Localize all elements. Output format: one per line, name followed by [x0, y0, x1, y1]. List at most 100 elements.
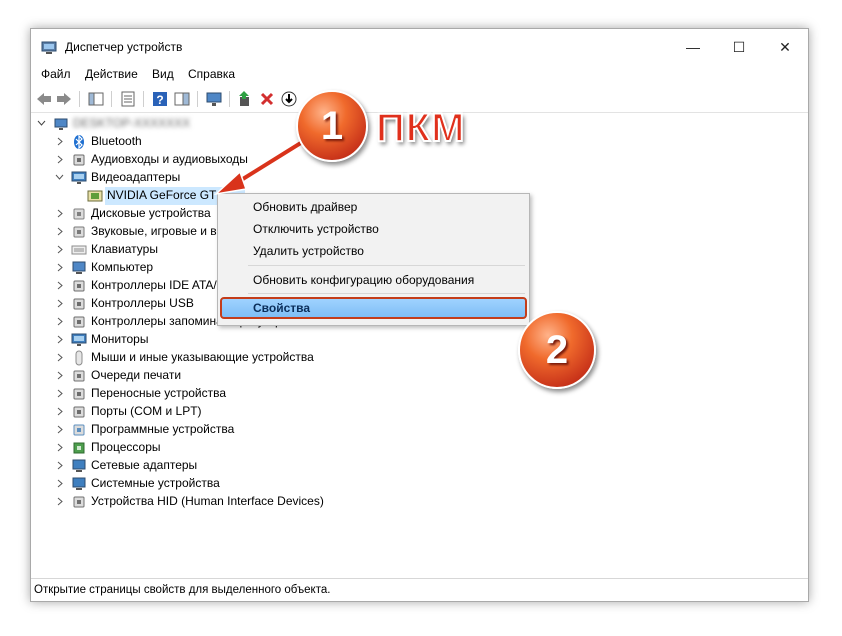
processor-icon [73, 442, 85, 454]
tree-category-item[interactable]: Устройства HID (Human Interface Devices) [31, 493, 808, 511]
category-label: Дисковые устройства [91, 206, 211, 220]
category-label: Программные устройства [91, 422, 235, 436]
bluetooth-icon [74, 134, 84, 150]
category-label: Процессоры [91, 440, 161, 454]
menu-item-uninstall-device[interactable]: Удалить устройство [253, 244, 364, 258]
uninstall-icon[interactable] [258, 90, 276, 108]
chevron-right-icon[interactable] [55, 461, 64, 470]
menu-item-disable-device[interactable]: Отключить устройство [253, 222, 379, 236]
step-2-badge: 2 [518, 311, 596, 389]
menu-action[interactable]: Действие [85, 67, 138, 81]
pkm-label: ПКМ [375, 105, 466, 151]
update-driver-icon[interactable] [236, 90, 254, 108]
tree-category-item[interactable]: Мыши и иные указывающие устройства [31, 349, 808, 367]
close-icon: ✕ [779, 38, 791, 55]
chevron-right-icon[interactable] [55, 209, 64, 218]
chevron-right-icon[interactable] [55, 371, 64, 380]
chevron-right-icon[interactable] [55, 425, 64, 434]
chevron-down-icon[interactable] [55, 173, 64, 182]
category-label: Контроллеры USB [91, 296, 194, 310]
download-circle-icon[interactable] [280, 90, 298, 108]
chevron-right-icon[interactable] [55, 263, 64, 272]
menu-item-properties[interactable]: Свойства [220, 297, 527, 319]
chevron-right-icon[interactable] [55, 317, 64, 326]
sound-icon [73, 226, 85, 238]
back-arrow-icon[interactable] [35, 90, 53, 108]
title-bar[interactable]: Диспетчер устройств — ☐ ✕ [31, 29, 808, 65]
chevron-right-icon[interactable] [55, 137, 64, 146]
step-2-number: 2 [545, 327, 569, 372]
menu-item-scan-hardware[interactable]: Обновить конфигурацию оборудования [253, 273, 474, 287]
chevron-right-icon[interactable] [55, 227, 64, 236]
chevron-right-icon[interactable] [55, 353, 64, 362]
tree-category-item[interactable]: Процессоры [31, 439, 808, 457]
portable-device-icon [73, 388, 85, 400]
maximize-button[interactable]: ☐ [716, 29, 762, 65]
chevron-right-icon[interactable] [55, 155, 64, 164]
usb-icon [73, 298, 85, 310]
category-label: Очереди печати [91, 368, 182, 382]
tree-category-item[interactable]: Порты (COM и LPT) [31, 403, 808, 421]
tree-category-item[interactable]: Системные устройства [31, 475, 808, 493]
category-label: Звуковые, игровые и в [91, 224, 217, 238]
chevron-right-icon[interactable] [55, 389, 64, 398]
chevron-right-icon[interactable] [55, 335, 64, 344]
tree-category-item[interactable]: Переносные устройства [31, 385, 808, 403]
step-1-badge: 1 [296, 90, 368, 162]
category-label: Bluetooth [91, 134, 142, 148]
menu-file[interactable]: Файл [41, 67, 71, 81]
tree-category-item[interactable]: Аудиовходы и аудиовыходы [31, 151, 808, 169]
chevron-right-icon[interactable] [55, 299, 64, 308]
show-hide-tree-icon[interactable] [87, 90, 105, 108]
monitor-icon [71, 333, 87, 346]
category-label: Клавиатуры [91, 242, 158, 256]
properties-sheet-icon[interactable] [119, 90, 137, 108]
category-label: Мониторы [91, 332, 149, 346]
minimize-button[interactable]: — [670, 29, 716, 65]
hid-icon [73, 496, 85, 508]
context-menu: Обновить драйвер Отключить устройство Уд… [217, 193, 530, 326]
toolbar-separator [229, 91, 230, 107]
device-label: NVIDIA GeForce GT [107, 188, 217, 202]
toolbar-separator [197, 91, 198, 107]
forward-arrow-icon[interactable] [55, 90, 73, 108]
scan-hardware-icon[interactable] [205, 90, 223, 108]
disk-icon [73, 208, 85, 220]
close-button[interactable]: ✕ [762, 29, 808, 65]
computer-icon [72, 261, 86, 274]
tree-category-item[interactable]: Сетевые адаптеры [31, 457, 808, 475]
help-icon[interactable]: ? [151, 90, 169, 108]
toolbar-separator [143, 91, 144, 107]
toolbar-separator [79, 91, 80, 107]
tree-category-item[interactable]: Программные устройства [31, 421, 808, 439]
menu-item-update-driver[interactable]: Обновить драйвер [253, 200, 357, 214]
category-label: Переносные устройства [91, 386, 227, 400]
ide-icon [73, 280, 85, 292]
toolbar-separator [111, 91, 112, 107]
chevron-right-icon[interactable] [55, 443, 64, 452]
chevron-right-icon[interactable] [55, 245, 64, 254]
system-device-icon [72, 477, 86, 490]
category-label: Аудиовходы и аудиовыходы [91, 152, 248, 166]
menu-help[interactable]: Справка [188, 67, 235, 81]
software-device-icon [73, 424, 85, 436]
chevron-right-icon[interactable] [55, 281, 64, 290]
computer-icon [54, 118, 68, 130]
mouse-icon [75, 350, 83, 366]
properties-label: Свойства [253, 301, 311, 315]
tree-category-item[interactable]: Очереди печати [31, 367, 808, 385]
menu-view[interactable]: Вид [152, 67, 174, 81]
category-label: Порты (COM и LPT) [91, 404, 202, 418]
chevron-right-icon[interactable] [55, 497, 64, 506]
chevron-right-icon[interactable] [55, 407, 64, 416]
device-manager-icon [41, 41, 57, 54]
action-pane-icon[interactable] [173, 90, 191, 108]
chevron-down-icon[interactable] [37, 119, 46, 128]
category-label: Сетевые адаптеры [91, 458, 198, 472]
menu-separator [248, 293, 525, 294]
menu-separator [248, 265, 525, 266]
tree-category-item[interactable]: Мониторы [31, 331, 808, 349]
status-text: Открытие страницы свойств для выделенног… [34, 584, 331, 596]
chevron-right-icon[interactable] [55, 479, 64, 488]
tree-category-item[interactable]: Видеоадаптеры [31, 169, 808, 187]
